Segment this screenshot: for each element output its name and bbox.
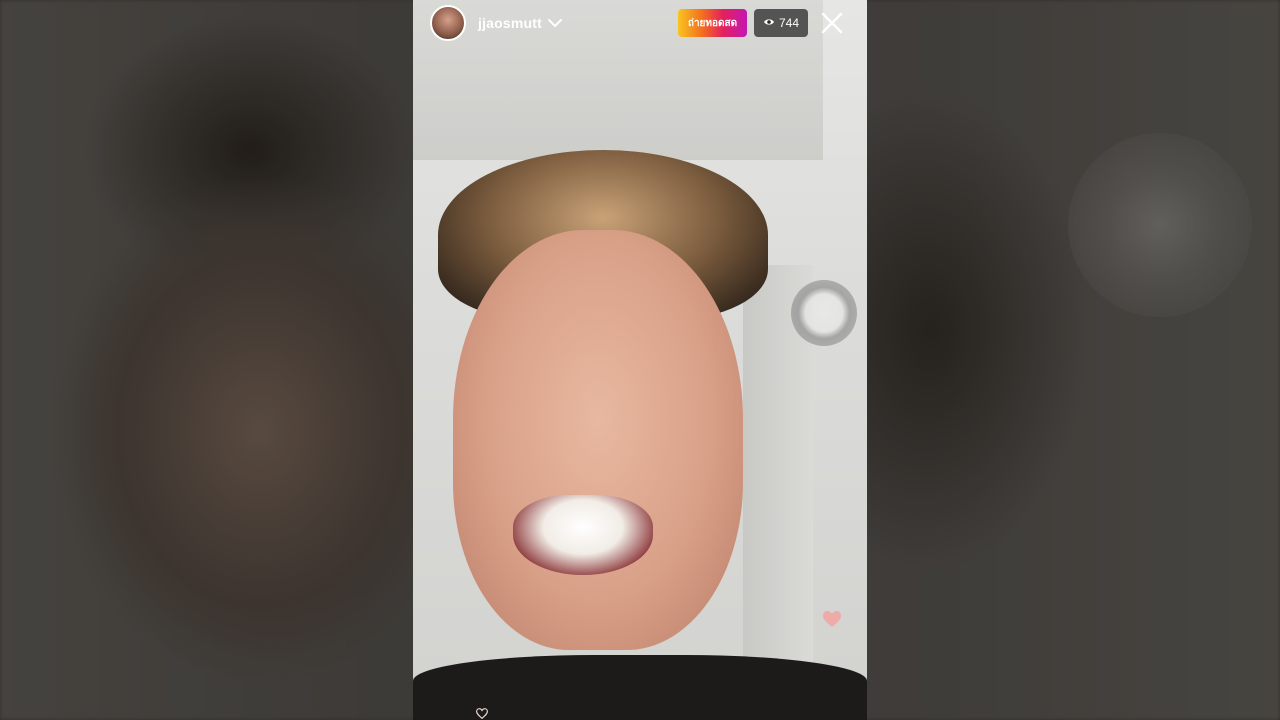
viewer-count: 744 — [778, 16, 800, 30]
person-face — [453, 230, 743, 650]
viewer-count-badge[interactable]: 744 — [754, 9, 808, 37]
live-stream-screen: jjaosmutt ถ่ายทอดสด 744 — [0, 0, 1280, 720]
heart-icon — [822, 610, 842, 628]
chevron-down-icon[interactable] — [546, 14, 564, 32]
live-video — [413, 0, 867, 720]
close-icon[interactable] — [820, 11, 844, 35]
live-badge: ถ่ายทอดสด — [678, 9, 747, 37]
backdrop-ring-blur — [1068, 133, 1252, 317]
eye-icon — [763, 16, 775, 31]
person-mouth — [513, 495, 653, 575]
ring-icon[interactable] — [791, 280, 857, 346]
profile-avatar[interactable] — [430, 5, 466, 41]
username-label[interactable]: jjaosmutt — [478, 15, 542, 31]
heart-icon — [475, 706, 489, 720]
